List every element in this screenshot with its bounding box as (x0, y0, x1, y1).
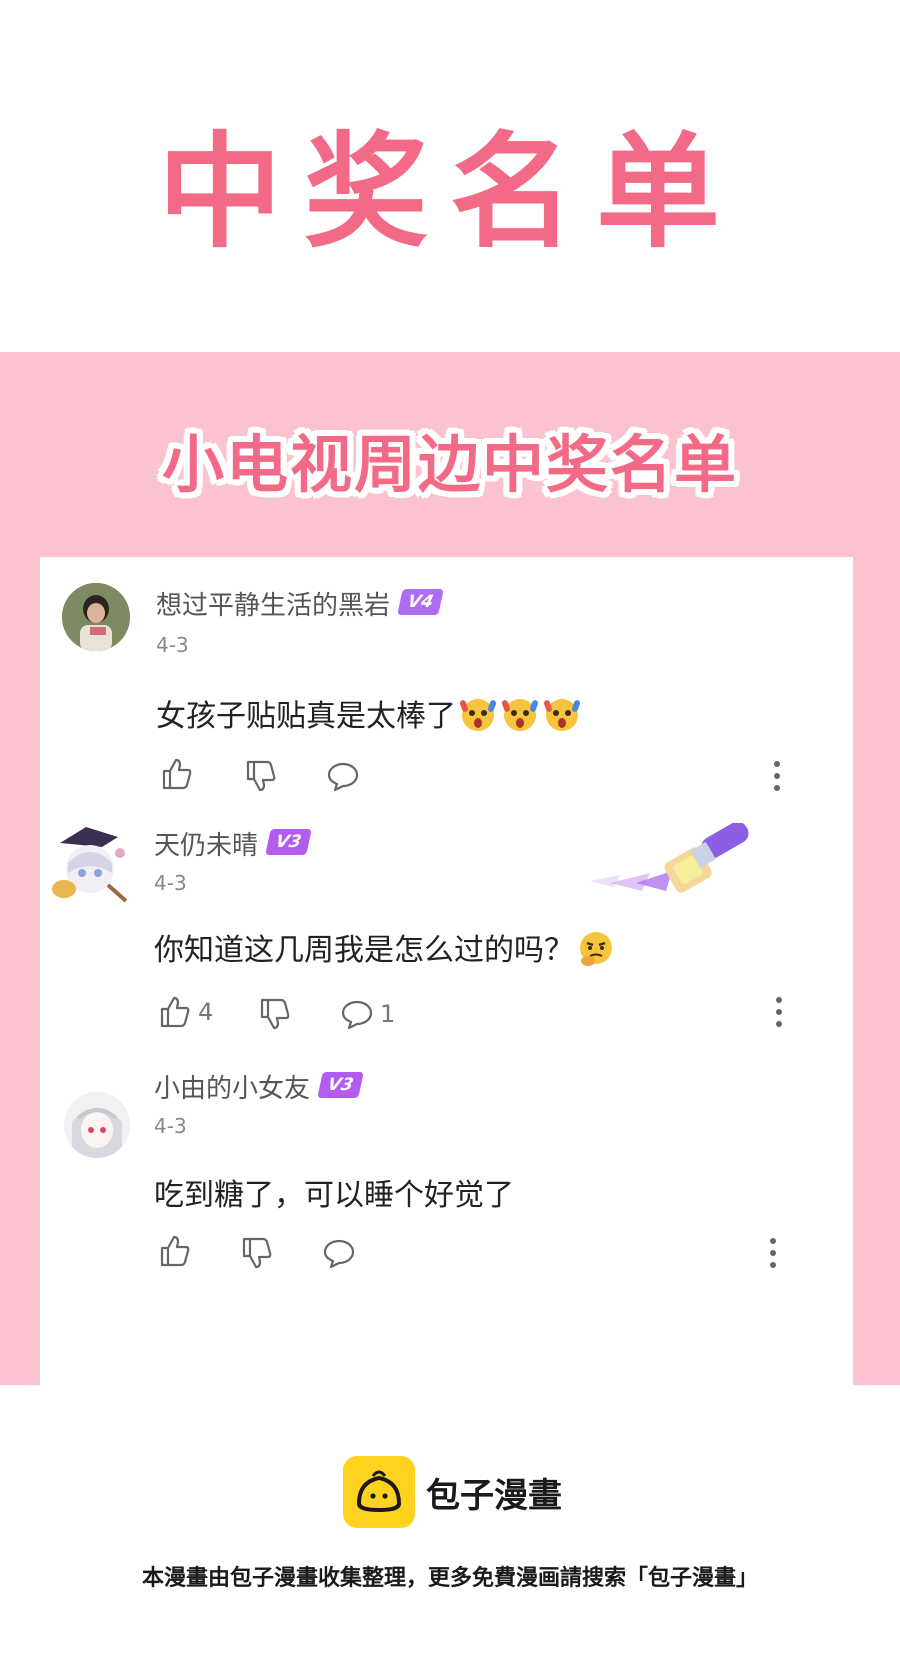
username[interactable]: 小由的小女友 (154, 1068, 310, 1105)
comment-text-body: 女孩子贴贴真是太棒了 (156, 699, 456, 734)
thumbs-up-icon (162, 758, 192, 790)
bun-mascot-icon (357, 1470, 401, 1512)
baozi-logo-icon (343, 1456, 415, 1528)
reply-button[interactable] (326, 759, 366, 793)
surprised-emoji-icon (543, 699, 581, 731)
reply-button[interactable] (322, 1236, 362, 1270)
comment-card: 小由的小女友 V3 4-3 吃到糖了，可以睡个好觉了 (40, 1070, 853, 1385)
comment-text: 女孩子贴贴真是太棒了 (156, 691, 582, 735)
anime-avatar-icon (64, 1092, 130, 1158)
comment-card: 想过平静生活的黑岩 V4 4-3 女孩子贴贴真是太棒了 (40, 557, 853, 815)
brand-name: 包子漫畫 (426, 1476, 562, 1516)
reply-count: 1 (380, 1000, 396, 1028)
reply-button[interactable]: 1 (340, 997, 395, 1031)
dislike-button[interactable] (240, 1236, 274, 1270)
thumbs-up-icon (160, 1235, 190, 1267)
avatar[interactable] (64, 1092, 130, 1158)
comment-text: 你知道这几周我是怎么过的吗？ (154, 925, 616, 969)
level-badge: V3 (317, 1072, 364, 1098)
anime-avatar-icon (52, 827, 128, 903)
comment-text-body: 吃到糖了，可以睡个好觉了 (154, 1178, 514, 1213)
footer-note: 本漫畫由包子漫畫收集整理，更多免費漫画請搜索「包子漫畫」 (141, 1566, 758, 1591)
username[interactable]: 想过平静生活的黑岩 (156, 585, 390, 622)
surprised-emoji-icon (501, 699, 539, 731)
thumbs-up-icon (160, 996, 190, 1028)
like-button[interactable]: 4 (158, 995, 213, 1029)
comment-card: 天仍未晴 V3 4-3 你知道这几周我是怎么过的吗？ 4 1 (40, 815, 853, 1070)
comment-date: 4-3 (154, 1114, 187, 1138)
like-count: 4 (198, 998, 214, 1026)
comment-text: 吃到糖了，可以睡个好觉了 (154, 1170, 514, 1214)
avatar[interactable] (62, 583, 130, 651)
avatar[interactable] (46, 823, 132, 909)
more-options-icon[interactable] (775, 995, 783, 1029)
surprised-emoji-icon (459, 699, 497, 731)
winners-subtitle: 小电视周边中奖名单 (161, 428, 738, 501)
comment-bubble-icon (323, 1239, 355, 1269)
dislike-button[interactable] (258, 997, 292, 1031)
thumbs-down-icon (260, 998, 290, 1030)
avatar-photo-icon (62, 583, 130, 651)
dislike-button[interactable] (244, 759, 278, 793)
like-button[interactable] (160, 757, 200, 791)
username[interactable]: 天仍未晴 (154, 825, 258, 862)
comment-date: 4-3 (156, 633, 189, 657)
thumbs-down-icon (242, 1237, 272, 1269)
like-button[interactable] (158, 1234, 198, 1268)
paintbrush-decoration-icon (590, 823, 749, 893)
title-area: 中奖名单 (0, 0, 900, 352)
page-title: 中奖名单 (157, 121, 742, 265)
comment-bubble-icon (341, 1000, 373, 1030)
level-badge: V3 (265, 829, 312, 855)
more-options-icon[interactable] (773, 759, 781, 793)
comment-bubble-icon (327, 762, 359, 792)
comment-text-body: 你知道这几周我是怎么过的吗？ (154, 933, 574, 968)
more-options-icon[interactable] (769, 1236, 777, 1270)
comment-date: 4-3 (154, 871, 187, 895)
thumbs-down-icon (246, 760, 276, 792)
thinking-emoji-icon (580, 932, 612, 966)
level-badge: V4 (397, 589, 444, 615)
